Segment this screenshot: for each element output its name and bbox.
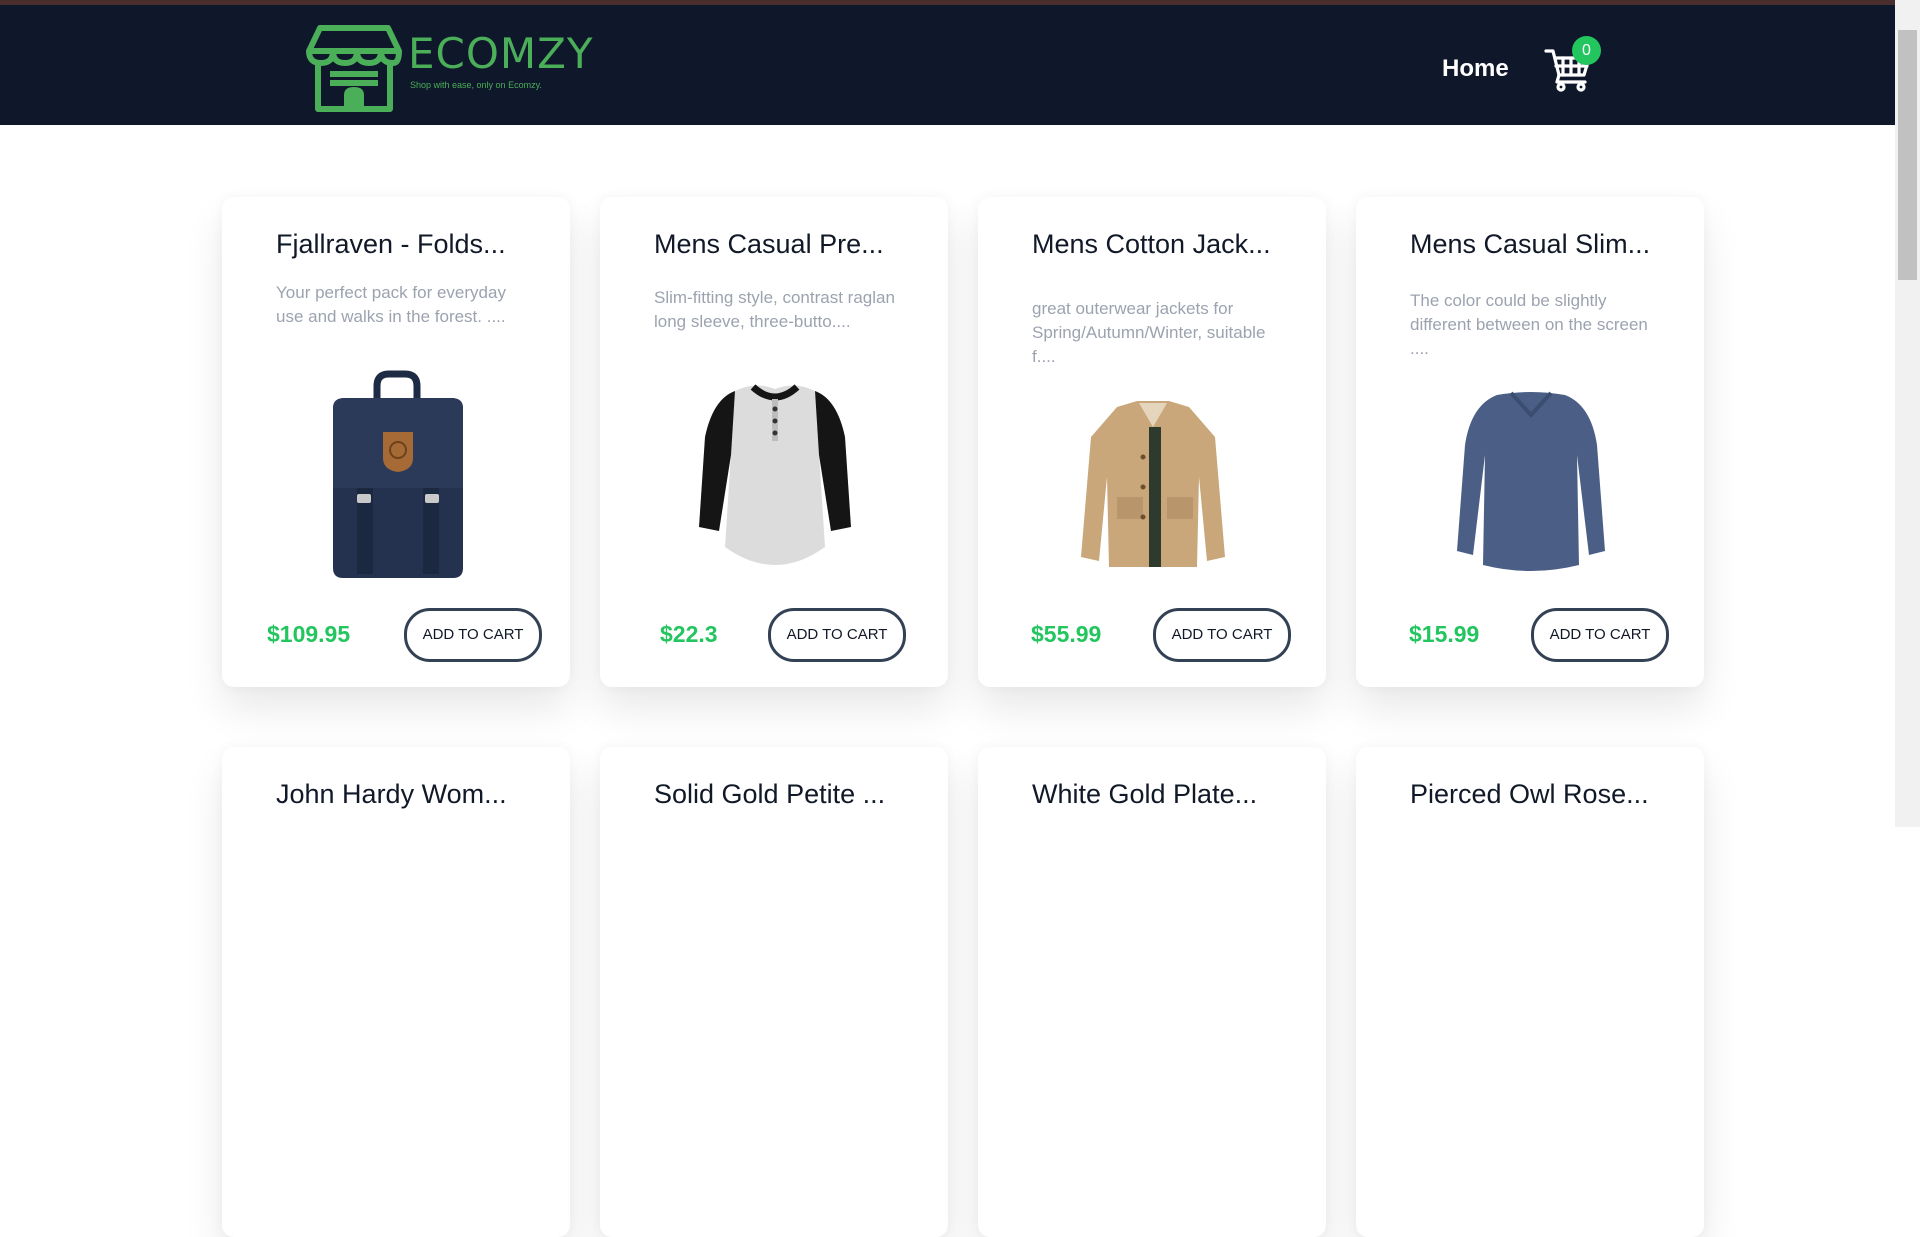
product-title: Mens Casual Slim...	[1410, 229, 1651, 259]
product-card: Fjallraven - Folds... Your perfect pack …	[222, 197, 570, 687]
cart-count-badge: 0	[1572, 36, 1601, 65]
add-to-cart-button[interactable]: ADD TO CART	[1531, 608, 1669, 662]
product-price: $109.95	[267, 621, 351, 647]
product-price: $22.3	[660, 621, 718, 647]
product-card: White Gold Plate...	[978, 747, 1326, 1237]
product-title: Mens Casual Pre...	[654, 229, 884, 259]
scrollbar-thumb[interactable]	[1898, 30, 1917, 280]
backpack-image	[333, 370, 463, 578]
nav-home-link[interactable]: Home	[1442, 55, 1509, 83]
henley-shirt-image	[699, 384, 851, 565]
product-title: Fjallraven - Folds...	[276, 229, 506, 259]
product-card: Pierced Owl Rose...	[1356, 747, 1704, 1237]
add-to-cart-button[interactable]: ADD TO CART	[404, 608, 542, 662]
brand-tagline: Shop with ease, only on Ecomzy.	[410, 80, 542, 90]
product-title: Pierced Owl Rose...	[1410, 779, 1649, 809]
product-title: White Gold Plate...	[1032, 779, 1258, 809]
product-price: $55.99	[1031, 621, 1102, 647]
product-title: Mens Cotton Jack...	[1032, 229, 1271, 259]
product-description: Your perfect pack for everyday use and w…	[276, 283, 506, 326]
long-sleeve-tee-image	[1457, 391, 1605, 571]
add-to-cart-button[interactable]: ADD TO CART	[768, 608, 906, 662]
navbar: ECOMZY Shop with ease, only on Ecomzy. H…	[0, 5, 1895, 125]
jacket-image	[1081, 401, 1225, 567]
product-description: Slim-fitting style, contrast raglan long…	[654, 288, 895, 331]
product-title: Solid Gold Petite ...	[654, 779, 886, 809]
product-description: The color could be slightly different be…	[1410, 291, 1648, 358]
brand-name: ECOMZY	[408, 29, 594, 78]
product-description: great outerwear jackets for Spring/Autum…	[1032, 299, 1266, 366]
storefront-icon	[306, 25, 402, 112]
product-price: $15.99	[1409, 621, 1480, 647]
product-card: Mens Casual Slim... The color could be s…	[1356, 197, 1704, 687]
product-card: Mens Cotton Jack... great outerwear jack…	[978, 197, 1326, 687]
brand-logo[interactable]: ECOMZY Shop with ease, only on Ecomzy.	[304, 23, 593, 115]
product-card: Mens Casual Pre... Slim-fitting style, c…	[600, 197, 948, 687]
add-to-cart-button[interactable]: ADD TO CART	[1153, 608, 1291, 662]
product-card: Solid Gold Petite ...	[600, 747, 948, 1237]
product-title: John Hardy Wom...	[276, 779, 507, 809]
product-card: John Hardy Wom...	[222, 747, 570, 1237]
